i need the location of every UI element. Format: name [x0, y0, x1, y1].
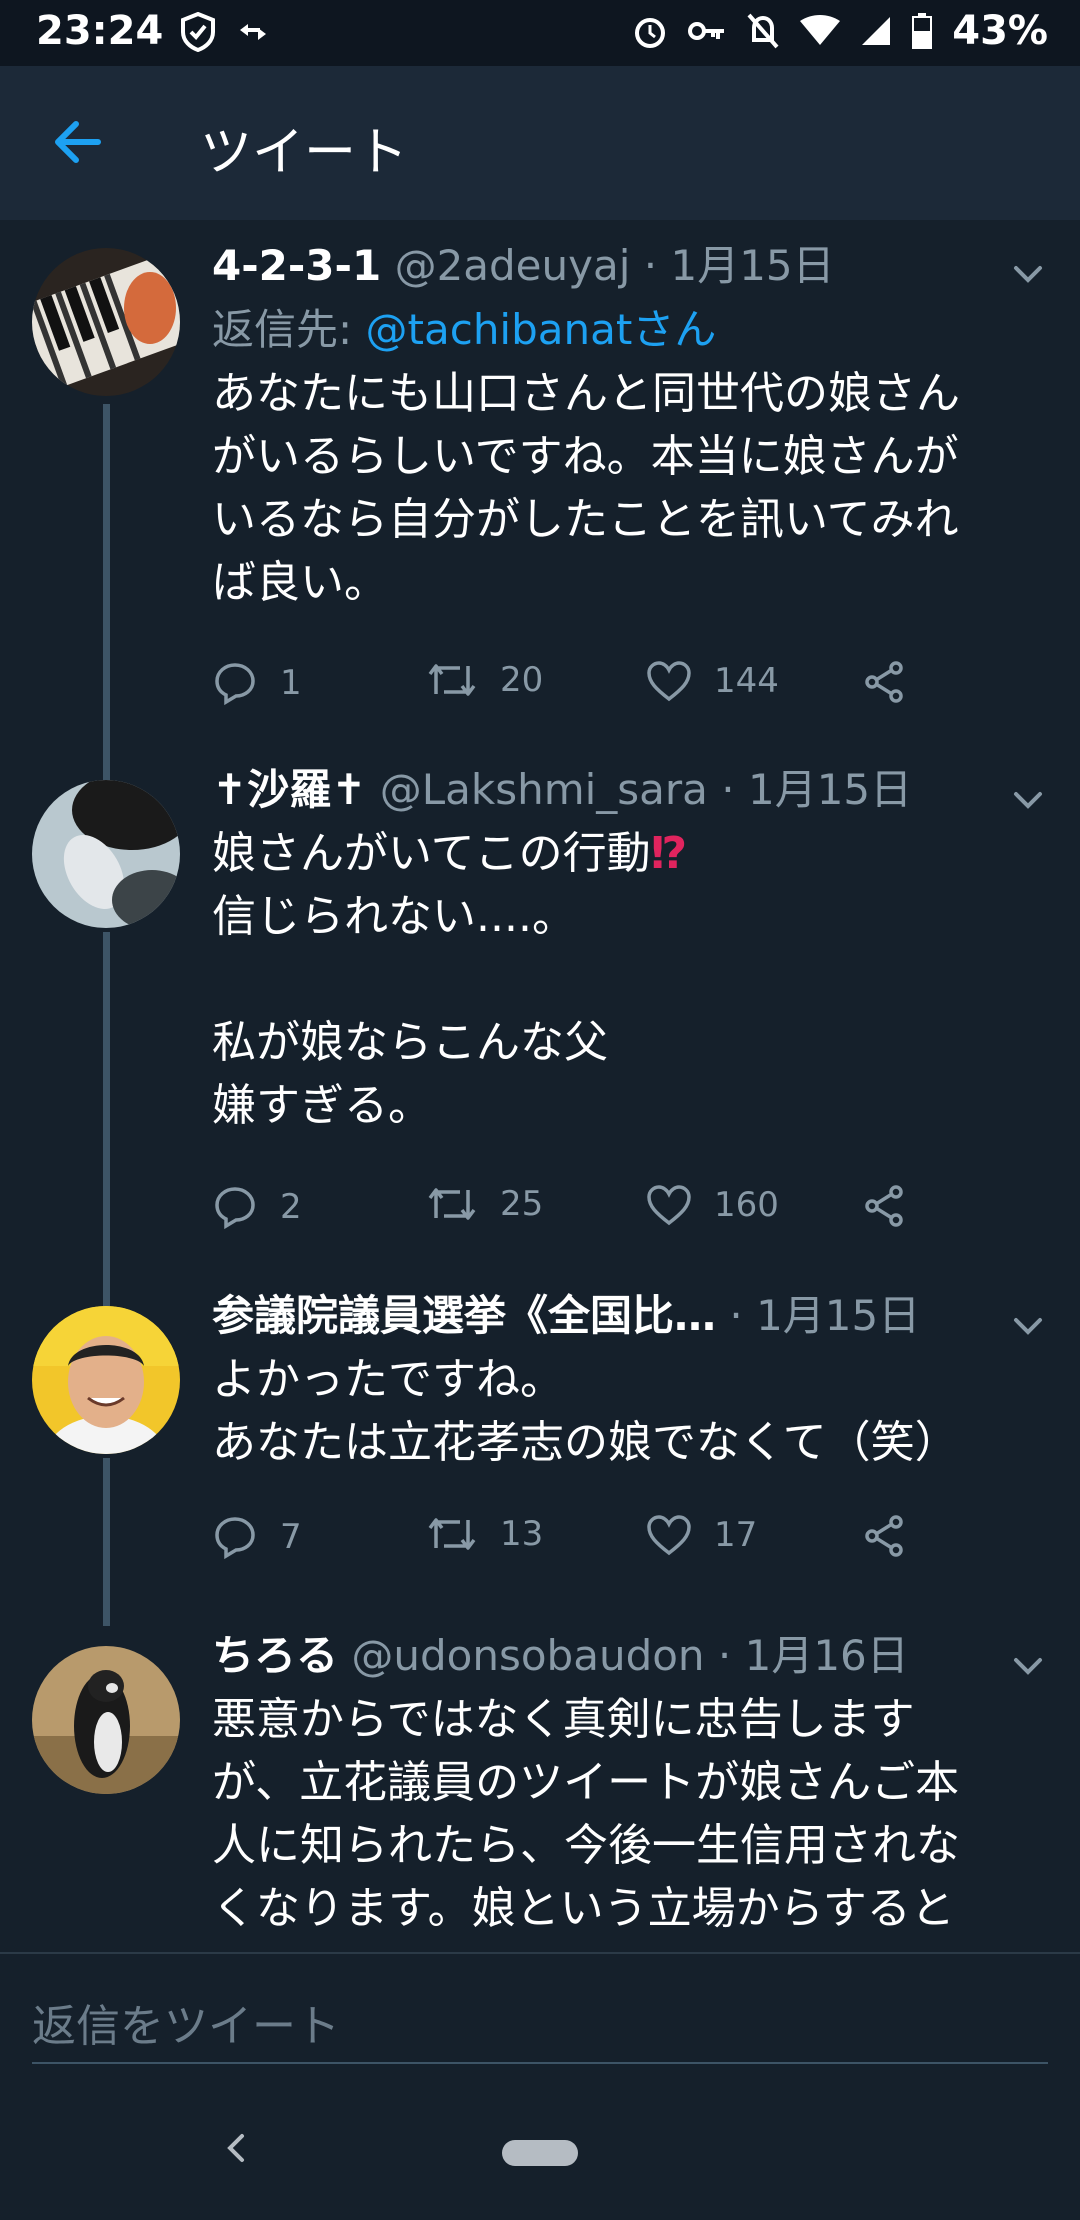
- tweet-text: 信じられない....。 私が娘ならこんな父 嫌すぎる。: [212, 891, 608, 1131]
- user-handle[interactable]: @2adeuyaj: [395, 241, 631, 290]
- reply-bar: [0, 1952, 1080, 2084]
- retweet-count: 13: [500, 1514, 544, 1554]
- share-icon: [865, 1515, 903, 1557]
- reply-button[interactable]: 7: [212, 1514, 302, 1560]
- tweet-text-line-1: 娘さんがいてこの行動⁉: [212, 828, 688, 879]
- reply-button[interactable]: 1: [212, 660, 302, 706]
- heart-icon: [647, 1515, 691, 1556]
- arrows-icon: [240, 24, 266, 40]
- like-count: 17: [714, 1515, 758, 1555]
- retweet-button[interactable]: 13: [426, 1514, 543, 1554]
- avatar[interactable]: [32, 1646, 180, 1794]
- tweet-date: 1月15日: [756, 1291, 921, 1340]
- retweet-icon: [428, 1518, 476, 1550]
- tweet-3[interactable]: 参議院議員選挙《全国比… · 1月15日 よかったですね。 あなたは立花孝志の娘…: [0, 1286, 1080, 1626]
- retweet-icon: [428, 1188, 476, 1220]
- display-name[interactable]: 4-2-3-1: [212, 241, 381, 290]
- tweet-header: ✝沙羅✝ @Lakshmi_sara · 1月15日: [212, 765, 913, 814]
- reply-count: 1: [280, 663, 302, 703]
- retweet-count: 25: [500, 1184, 544, 1224]
- page-title: ツイート: [200, 123, 409, 183]
- like-count: 160: [714, 1185, 779, 1225]
- retweet-button[interactable]: 25: [426, 1184, 543, 1224]
- signal-icon: [862, 17, 891, 45]
- tweet-thread[interactable]: 4-2-3-1 @2adeuyaj · 1月15日 返信先: @tachiban…: [0, 220, 1080, 1952]
- status-time: 23:24: [36, 8, 164, 54]
- key-icon: [688, 22, 725, 40]
- tweet-text: あなたにも山口さんと同世代の娘さん がいるらしいですね。本当に娘さんが いるなら…: [212, 368, 960, 608]
- tweet-header: 4-2-3-1 @2adeuyaj · 1月15日: [212, 241, 835, 290]
- nav-back-icon[interactable]: [216, 2128, 256, 2168]
- tweet-date: 1月15日: [670, 241, 835, 290]
- share-button[interactable]: [862, 1184, 906, 1228]
- reply-to-mention[interactable]: @tachibanatさん: [366, 305, 717, 354]
- system-nav-bar: [0, 2082, 1080, 2220]
- reply-to-line: 返信先: @tachibanatさん: [212, 305, 717, 354]
- tweet-4[interactable]: ちろる @udonsobaudon · 1月16日 悪意からではなく真剣に忠告し…: [0, 1626, 1080, 1952]
- tweet-actions: 1 20 144: [212, 660, 992, 720]
- retweet-count: 20: [500, 660, 544, 700]
- reply-button[interactable]: 2: [212, 1184, 302, 1230]
- tweet-header: 参議院議員選挙《全国比… · 1月15日: [212, 1291, 921, 1340]
- wifi-icon: [800, 15, 841, 45]
- share-button[interactable]: [862, 660, 906, 704]
- battery-icon: [912, 13, 933, 49]
- heart-icon: [647, 1185, 691, 1226]
- nav-home-pill[interactable]: [502, 2140, 578, 2166]
- reply-count: 2: [280, 1187, 302, 1227]
- tweet-header: ちろる @udonsobaudon · 1月16日: [212, 1631, 909, 1680]
- tweet-text: よかったですね。 あなたは立花孝志の娘でなくて（笑）: [212, 1354, 959, 1468]
- like-button[interactable]: 17: [646, 1514, 757, 1556]
- thread-line: [103, 1286, 110, 1306]
- tweet-2[interactable]: ✝沙羅✝ @Lakshmi_sara · 1月15日 娘さんがいてこの行動⁉ 信…: [0, 760, 1080, 1286]
- avatar[interactable]: [32, 248, 180, 396]
- heart-icon: [647, 661, 691, 702]
- exclamation-question-emoji: ⁉: [650, 828, 688, 879]
- tweet-date: 1月16日: [744, 1631, 909, 1680]
- bell-off-icon: [747, 13, 779, 49]
- share-button[interactable]: [862, 1514, 906, 1558]
- display-name[interactable]: ✝沙羅✝: [212, 765, 366, 814]
- chevron-down-icon[interactable]: [1008, 1646, 1048, 1686]
- thread-line: [103, 932, 110, 1286]
- shield-check-icon: [181, 12, 215, 52]
- retweet-button[interactable]: 20: [426, 660, 543, 700]
- thread-line: [103, 1458, 110, 1626]
- share-icon: [865, 1185, 903, 1227]
- reply-input[interactable]: [32, 1990, 1048, 2064]
- chevron-down-icon[interactable]: [1008, 254, 1048, 294]
- status-bar: 23:24 43%: [0, 0, 1080, 66]
- avatar[interactable]: [32, 780, 180, 928]
- retweet-icon: [428, 664, 476, 696]
- avatar[interactable]: [32, 1306, 180, 1454]
- tweet-actions: 2 25 160: [212, 1184, 992, 1244]
- like-button[interactable]: 144: [646, 660, 779, 702]
- reply-icon: [215, 1517, 255, 1560]
- chevron-down-icon[interactable]: [1008, 1306, 1048, 1346]
- app-bar: ツイート: [0, 66, 1080, 220]
- tweet-date: 1月15日: [747, 765, 913, 814]
- thread-line: [103, 760, 110, 780]
- user-handle[interactable]: @udonsobaudon: [351, 1631, 704, 1680]
- tweet-text: 悪意からではなく真剣に忠告します が、立花議員のツイートが娘さんご本 人に知られ…: [212, 1694, 960, 1934]
- tweet-1[interactable]: 4-2-3-1 @2adeuyaj · 1月15日 返信先: @tachiban…: [0, 220, 1080, 760]
- thread-line: [103, 404, 110, 760]
- back-arrow-icon[interactable]: [46, 110, 110, 174]
- alarm-icon: [635, 18, 666, 48]
- battery-percent: 43%: [952, 8, 1048, 54]
- reply-icon: [215, 1187, 255, 1230]
- share-icon: [865, 661, 903, 703]
- tweet-actions: 7 13 17: [212, 1514, 992, 1574]
- chevron-down-icon[interactable]: [1008, 780, 1048, 820]
- display-name[interactable]: ちろる: [212, 1631, 338, 1680]
- like-button[interactable]: 160: [646, 1184, 779, 1226]
- reply-count: 7: [280, 1517, 302, 1557]
- user-handle[interactable]: @Lakshmi_sara: [380, 765, 708, 814]
- like-count: 144: [714, 661, 779, 701]
- display-name[interactable]: 参議院議員選挙《全国比…: [212, 1291, 716, 1340]
- reply-icon: [215, 663, 255, 706]
